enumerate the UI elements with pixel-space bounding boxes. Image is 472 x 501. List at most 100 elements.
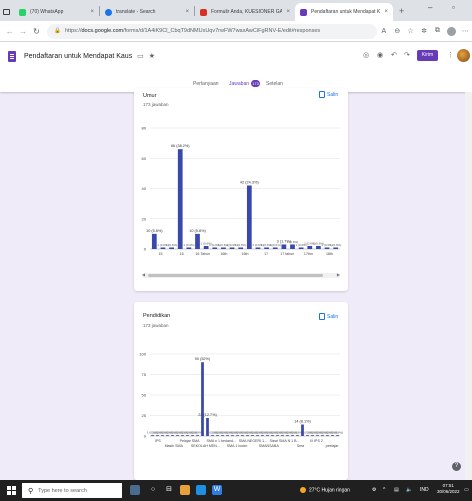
word-icon[interactable]: W: [212, 485, 222, 495]
tab-settings[interactable]: Setelan: [266, 81, 283, 87]
y-tick-label: 0: [144, 247, 147, 252]
cortana-circle-icon[interactable]: ○: [148, 485, 158, 495]
bar: [296, 435, 299, 436]
bar: [316, 435, 319, 436]
bar: [306, 435, 309, 436]
language-indicator[interactable]: IND: [420, 487, 429, 493]
task-view-icon[interactable]: ⊟: [164, 485, 174, 495]
folder-icon[interactable]: ▭: [137, 53, 144, 60]
x-tick-label: IPS: [155, 439, 161, 443]
more-menu-icon[interactable]: ⋯: [459, 27, 472, 35]
copy-icon: [319, 313, 325, 320]
bar: [211, 435, 214, 436]
translate-icon[interactable]: A: [377, 28, 390, 35]
y-tick-label: 80: [142, 126, 147, 131]
minimize-icon[interactable]: –: [428, 3, 432, 12]
bar: [336, 435, 339, 436]
gmail-icon: [200, 8, 207, 16]
notifications-icon[interactable]: ▭: [464, 487, 469, 493]
redo-icon[interactable]: ↷: [404, 51, 410, 59]
browser-tab-forms[interactable]: Pendaftaran untuk Mendapat Ka... ×: [295, 3, 393, 21]
bar: [281, 435, 284, 436]
more-vert-icon[interactable]: ⋮: [447, 51, 454, 59]
response-count-badge: 173: [251, 80, 260, 87]
undo-icon[interactable]: ↶: [391, 51, 397, 59]
bar: [291, 435, 294, 436]
edge-icon[interactable]: [196, 485, 206, 495]
close-icon[interactable]: ×: [286, 9, 290, 15]
forms-logo-icon[interactable]: [8, 51, 16, 62]
close-icon[interactable]: ×: [384, 9, 388, 15]
taskbar-search-input[interactable]: ⚲ Type here to search: [22, 483, 122, 498]
extensions-icon[interactable]: ✲: [417, 27, 430, 35]
bar: [186, 247, 192, 249]
url-input[interactable]: 🔒 https://docs.google.com/forms/d/1A4iK9…: [47, 23, 378, 39]
bar: [176, 435, 179, 436]
palette-icon[interactable]: ◎: [363, 51, 369, 59]
bar: [203, 245, 209, 249]
x-tick-label: Masih SMA: [165, 444, 184, 448]
search-icon: ⚲: [28, 487, 34, 495]
data-label: 1 (0.6%): [183, 243, 194, 247]
collections-icon[interactable]: ⧉: [431, 27, 444, 35]
tab-responses[interactable]: Jawaban: [229, 81, 249, 87]
chart-horizontal-scrollbar[interactable]: ◀ ▶: [142, 272, 340, 278]
network-icon[interactable]: ▤: [394, 487, 399, 493]
preview-eye-icon[interactable]: ◉: [377, 51, 383, 59]
send-button[interactable]: Kirim: [417, 50, 438, 61]
tab-questions[interactable]: Pertanyaan: [193, 81, 219, 87]
bar: [151, 233, 157, 249]
reload-icon[interactable]: ↻: [30, 27, 43, 36]
bar: [238, 247, 244, 249]
bar: [161, 435, 164, 436]
x-tick-label: SMA n 1 bedand...: [206, 439, 236, 443]
browser-tab-whatsapp[interactable]: (70) WhatsApp ×: [14, 3, 99, 21]
tray-apps-icon[interactable]: ⚙: [372, 487, 376, 493]
y-tick-label: 20: [142, 216, 147, 221]
zoom-icon[interactable]: ⊖: [391, 27, 404, 35]
browser-tab-gmail[interactable]: Formulir Anda, KUESIONER GAI... ×: [195, 3, 295, 21]
bar: [186, 435, 189, 436]
close-icon[interactable]: ×: [185, 9, 189, 15]
file-explorer-icon[interactable]: [180, 485, 190, 495]
forward-arrow-icon[interactable]: →: [16, 27, 29, 36]
tab-actions-button[interactable]: [0, 3, 14, 21]
bar: [321, 435, 324, 436]
bookmark-star-icon[interactable]: ☆: [404, 27, 417, 35]
windows-start-icon[interactable]: [7, 486, 16, 495]
x-tick-label: Siswi SMA N 1 B...: [270, 439, 300, 443]
chevron-up-icon[interactable]: ^: [383, 487, 385, 493]
data-label: 10 (5.8%): [189, 229, 206, 233]
new-tab-button[interactable]: +: [393, 6, 410, 16]
cortana-icon[interactable]: [130, 485, 140, 495]
help-button[interactable]: ?: [452, 462, 461, 471]
whatsapp-icon: [19, 8, 26, 16]
x-tick-label: 18th: [326, 252, 333, 256]
system-clock[interactable]: 07:51 30/06/2022: [437, 483, 460, 495]
bar: [201, 362, 204, 436]
lock-icon: 🔒: [54, 28, 61, 34]
x-tick-label: SMA NEGERI 1...: [239, 439, 267, 443]
y-tick-label: 25: [142, 413, 147, 418]
bar: [229, 247, 235, 249]
volume-icon[interactable]: 🔈: [406, 487, 412, 493]
user-avatar[interactable]: [457, 49, 470, 62]
copy-chart-button[interactable]: Salin: [319, 91, 338, 98]
copy-chart-button[interactable]: Salin: [319, 313, 338, 320]
bar: [261, 435, 264, 436]
maximize-icon[interactable]: ▫: [452, 3, 455, 12]
star-icon[interactable]: ★: [149, 53, 155, 60]
weather-widget[interactable]: 27°C Hujan ringan: [300, 487, 350, 493]
bar: [156, 435, 159, 436]
page-scrollbar[interactable]: [465, 92, 472, 480]
x-tick-label: 16: [180, 252, 184, 256]
profile-avatar[interactable]: [447, 26, 456, 36]
x-tick-label: Pelajar SMA: [180, 439, 201, 443]
back-arrow-icon[interactable]: ←: [3, 27, 16, 36]
browser-tab-search[interactable]: translate - Search ×: [100, 3, 194, 21]
close-icon[interactable]: ×: [90, 9, 94, 15]
question-title: Pendidikan: [143, 313, 171, 319]
bar: [212, 247, 218, 249]
bar: [151, 435, 154, 436]
x-tick-label: 16 Tahun: [195, 252, 210, 256]
